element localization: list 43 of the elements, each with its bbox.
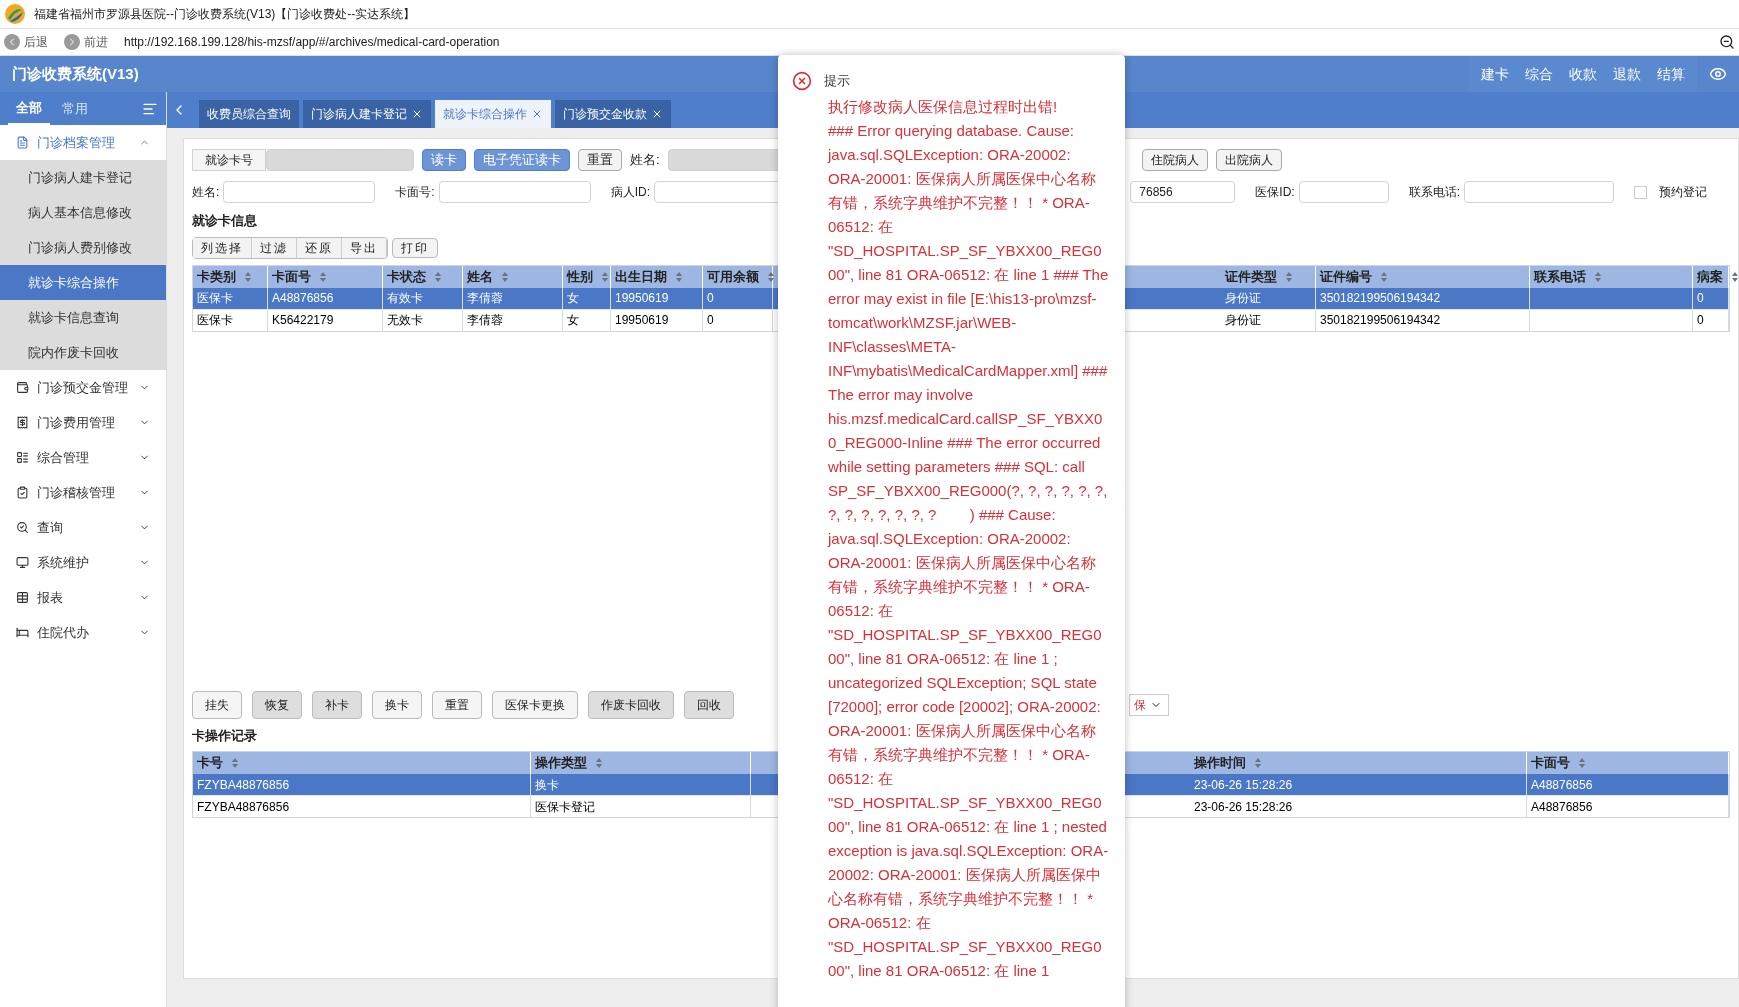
table-cell-text: 有效卡 [387, 290, 423, 307]
reserve-label: 预约登记 [1659, 184, 1707, 201]
table-cell-text: 0 [1697, 312, 1704, 329]
table-cell-text: 23-06-26 15:28:26 [1194, 798, 1293, 816]
app-title: 门诊收费系统(V13) [12, 63, 139, 84]
table-cell-text: 350182199506194342 [1320, 290, 1441, 307]
table-cell-text: 医保卡 [197, 290, 233, 307]
table-cell-text: 23-06-26 15:28:26 [1194, 776, 1293, 794]
table-cell-text: K56422179 [272, 312, 334, 329]
table-cell-text: 19950619 [615, 312, 669, 329]
table-cell-text: 医保卡登记 [535, 798, 595, 816]
table-cell-text: 350182199506194342 [1320, 312, 1441, 329]
table-cell-text: 换卡 [535, 776, 559, 794]
error-heading: 执行修改病人医保信息过程时出错! [828, 97, 1059, 117]
table-cell-text: 0 [707, 290, 714, 307]
name-label: 姓名: [630, 151, 660, 170]
table-cell-text: 身份证 [1225, 290, 1261, 307]
table-cell-text: A48876856 [1531, 798, 1593, 816]
table-cell-text: 李倩蓉 [467, 312, 503, 329]
filter-label: 联系电话: [1408, 184, 1460, 201]
table-cell-text: 李倩蓉 [467, 290, 503, 307]
table-cell-text: 0 [1697, 290, 1704, 307]
filter-label: 病人ID: [610, 184, 651, 201]
table-cell-text: A48876856 [1531, 776, 1593, 794]
filter-label: 姓名: [192, 184, 220, 201]
card-number-label: 就诊卡号 [192, 149, 266, 171]
table-cell-text: 19950619 [615, 290, 669, 307]
table-cell-text: 女 [567, 312, 579, 329]
table-cell-text: A48876856 [272, 290, 334, 307]
table-cell-text: 女 [567, 290, 579, 307]
window-title: 福建省福州市罗源县医院--门诊收费系统(V13)【门诊收费处--实达系统】 [34, 6, 416, 23]
table-cell-text: FZYBA48876856 [197, 798, 290, 816]
filter-label: 卡面号: [395, 184, 435, 201]
section-title: 就诊卡信息 [192, 212, 257, 230]
table-cell-text: 医保卡 [197, 312, 233, 329]
dialog-title: 提示 [824, 72, 850, 91]
table-cell-text: FZYBA48876856 [197, 776, 290, 794]
section-title: 卡操作记录 [192, 726, 257, 745]
table-cell-text: 0 [707, 312, 714, 329]
table-cell-text: 无效卡 [387, 312, 423, 329]
error-message: ### Error querying database. Cause: java.sql.SQLException: ORA-20002: ORA-20001: 医保病人所属医保中心名称有错，系统字典维护不完整！！ * ORA-06512: 在 "SD_HOSPITAL.SP_SF_YBXX00_REG000", line 81 ORA-06512: 在 line 1 ### The error may exist in file [E:\his13-pro\mzsf-tomcat\work\MZSF.jar\WEB-INF\classes\META-INF\mybatis\MedicalCardMapper.xml] ### The error may involve his.mzsf.medicalCard.callSP_SF_YBXX00_REG000-Inline ### The error occurred while setting parameters ### SQL: call SP_SF_YBXX00_REG000(?, ?, ?, ?, ?, ?, ?, ?, ?, ?, ?, ?, ? ) ### Cause: java.sql.SQLException: ORA-20002: ORA-20001: 医保病人所属医保中心名称有错，系统字典维护不完整！！ * ORA-06512: 在 "SD_HOSPITAL.SP_SF_YBXX00_REG000", line 81 ORA-06512: 在 line 1 ; uncategorized SQLException; SQL state [72000]; error code [20002]; ORA-20002: ORA-20001: 医保病人所属医保中心名称有错，系统字典维护不完整！！ * ORA-06512: 在 "SD_HOSPITAL.SP_SF_YBXX00_REG000", line 81 ORA-06512: 在 line 1 ; nested exception is java.sql.SQLException: ORA-20002: ORA-20001: 医保病人所属医保中心名称有错，系统字典维护不完整！！ * ORA-06512: 在 "SD_HOSPITAL.SP_SF_YBXX00_REG000", line 81 ORA-06512: 在 line 1 [828, 121, 1109, 981]
table-cell-text: 身份证 [1225, 312, 1261, 329]
filter-label: 医保ID: [1255, 184, 1295, 201]
